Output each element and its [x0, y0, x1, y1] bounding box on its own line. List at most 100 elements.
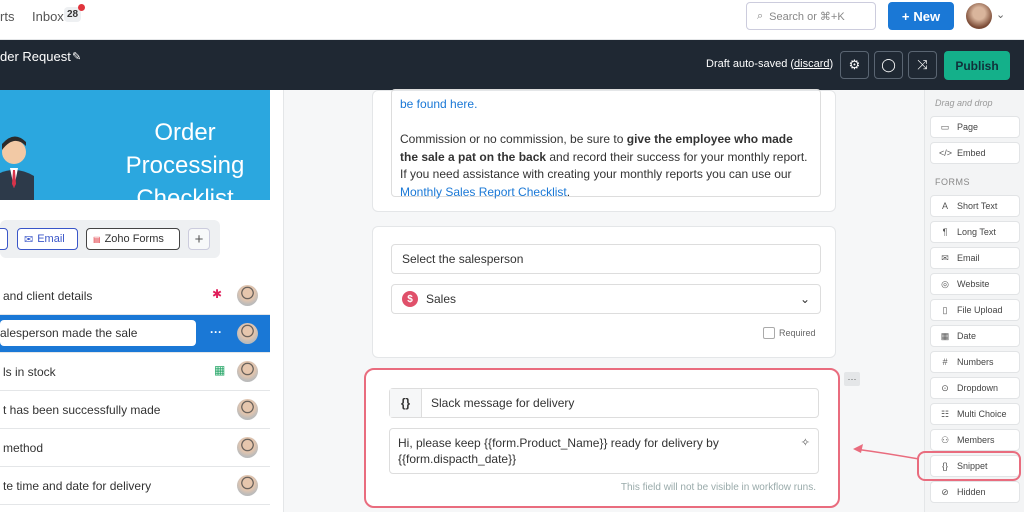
- comment-icon: ◯: [881, 57, 896, 72]
- search-placeholder: Search or ⌘+K: [769, 10, 845, 23]
- inbox-link[interactable]: Inbox: [32, 9, 64, 24]
- palette-dropdown[interactable]: ⊙ Dropdown: [930, 377, 1020, 399]
- new-button-label: New: [913, 8, 941, 24]
- numbers-icon: #: [942, 357, 948, 367]
- palette-long-text[interactable]: ¶ Long Text: [930, 221, 1020, 243]
- sheets-icon: ▦: [214, 363, 226, 377]
- widget-menu-icon[interactable]: ···: [844, 372, 860, 386]
- search-input[interactable]: ⌕ Search or ⌘+K: [746, 2, 876, 30]
- palette-file-upload[interactable]: ▯ File Upload: [930, 299, 1020, 321]
- task-sidebar: Order Processing Checklist ✉ Email ▤ Zoh…: [0, 90, 284, 512]
- edit-title-icon[interactable]: ✎: [72, 50, 81, 63]
- snippet-body-input[interactable]: Hi, please keep {{form.Product_Name}} re…: [389, 428, 819, 474]
- draft-status: Draft auto-saved (discard): [706, 58, 834, 70]
- snippet-field-card: {} Slack message for delivery Hi, please…: [364, 368, 840, 508]
- embed-icon: </>: [939, 148, 953, 158]
- plus-icon: +: [901, 8, 910, 24]
- palette-hidden[interactable]: ⊘ Hidden: [930, 481, 1020, 503]
- required-checkbox[interactable]: Required: [763, 327, 816, 339]
- assignee-avatar: [237, 323, 258, 344]
- shuffle-icon: ⤨: [917, 57, 928, 72]
- monthly-report-link[interactable]: Monthly Sales Report Checklist: [400, 185, 567, 199]
- rich-text-block[interactable]: be found here. Commission or no commissi…: [391, 89, 821, 199]
- form-editor: be found here. Commission or no commissi…: [284, 89, 924, 512]
- assignee-avatar: [237, 437, 258, 458]
- checklist-banner: Order Processing Checklist: [0, 90, 270, 212]
- banner-title: Order Processing Checklist: [125, 119, 245, 212]
- email-icon: ✉: [941, 252, 949, 263]
- palette-date[interactable]: ▦ Date: [930, 325, 1020, 347]
- checkbox-box[interactable]: [763, 327, 775, 339]
- short-text-icon: A: [941, 201, 948, 211]
- calendar-icon: ▦: [940, 330, 950, 341]
- person-illustration-icon: [0, 136, 34, 200]
- widget-palette: Drag and drop ▭ Page </> Embed FORMS A Shor…: [924, 90, 1024, 512]
- assignee-avatar: [237, 399, 258, 420]
- add-app-button[interactable]: +: [188, 228, 210, 250]
- zoho-icon: ▤: [93, 234, 101, 244]
- user-avatar[interactable]: [966, 3, 992, 29]
- workflow-title: der Request: [0, 49, 71, 64]
- hidden-icon: ⊘: [941, 486, 949, 497]
- search-icon: ⌕: [757, 9, 764, 22]
- task-item[interactable]: method: [0, 429, 270, 467]
- app-pill-partial[interactable]: [0, 228, 8, 250]
- palette-members[interactable]: ⚇ Members: [930, 429, 1020, 451]
- gear-icon: ⚙: [848, 57, 861, 72]
- publish-button[interactable]: Publish: [944, 51, 1010, 80]
- magic-wand-icon[interactable]: ✧: [801, 435, 810, 451]
- palette-page[interactable]: ▭ Page: [930, 116, 1020, 138]
- assignee-avatar: [237, 285, 258, 306]
- chevron-down-icon[interactable]: ⌄: [996, 8, 1005, 21]
- long-text-icon: ¶: [942, 227, 948, 237]
- palette-embed[interactable]: </> Embed: [930, 142, 1020, 164]
- found-here-link[interactable]: be found here.: [400, 97, 477, 111]
- zoho-forms-app-pill[interactable]: ▤ Zoho Forms: [86, 228, 180, 250]
- sales-group-select[interactable]: $ Sales ⌄: [391, 284, 821, 314]
- assignee-avatar: [237, 475, 258, 496]
- forms-header: FORMS: [935, 177, 970, 187]
- task-item[interactable]: ls in stock ▦: [0, 353, 270, 391]
- task-item[interactable]: t has been successfully made: [0, 391, 270, 429]
- snippet-label-input[interactable]: {} Slack message for delivery: [389, 388, 819, 418]
- discard-link[interactable]: discard: [794, 58, 829, 70]
- assignee-avatar: [237, 361, 258, 382]
- integration-apps: ✉ Email ▤ Zoho Forms +: [0, 220, 220, 258]
- top-navigation-bar: rts Inbox 28 ⌕ Search or ⌘+K + New ⌄: [0, 0, 1024, 40]
- nav-link-partial[interactable]: rts: [0, 9, 14, 24]
- envelope-icon: ✉: [24, 233, 34, 246]
- multi-choice-icon: ☷: [940, 408, 950, 419]
- task-item[interactable]: and client details ✱: [0, 277, 270, 315]
- upload-icon: ▯: [942, 304, 948, 315]
- braces-icon: {}: [390, 389, 422, 417]
- settings-button[interactable]: ⚙: [840, 51, 869, 79]
- workflow-toolbar: der Request ✎ Draft auto-saved (discard)…: [0, 40, 1024, 90]
- slack-icon: ✱: [212, 287, 223, 301]
- members-icon: ⚇: [940, 434, 950, 445]
- comments-button[interactable]: ◯: [874, 51, 903, 79]
- snippet-hint: This field will not be visible in workfl…: [620, 482, 816, 493]
- palette-numbers[interactable]: # Numbers: [930, 351, 1020, 373]
- palette-short-text[interactable]: A Short Text: [930, 195, 1020, 217]
- salesperson-field-card: Select the salesperson $ Sales ⌄ Require…: [372, 226, 836, 358]
- annotation-arrow-icon: [853, 444, 920, 460]
- task-item-active[interactable]: alesperson made the sale ···: [0, 315, 270, 353]
- dollar-icon: $: [402, 291, 418, 307]
- email-app-pill[interactable]: ✉ Email: [17, 228, 78, 250]
- notification-dot: [78, 4, 85, 11]
- palette-multi-choice[interactable]: ☷ Multi Choice: [930, 403, 1020, 425]
- drag-drop-label: Drag and drop: [935, 98, 993, 108]
- palette-website[interactable]: ◎ Website: [930, 273, 1020, 295]
- field-label-input[interactable]: Select the salesperson: [391, 244, 821, 274]
- globe-icon: ◎: [941, 278, 949, 289]
- task-list: and client details ✱ alesperson made the…: [0, 277, 270, 505]
- new-button[interactable]: + New: [888, 2, 954, 30]
- palette-email[interactable]: ✉ Email: [930, 247, 1020, 269]
- text-content-card: be found here. Commission or no commissi…: [372, 89, 836, 212]
- chevron-down-icon: ⌄: [799, 292, 810, 306]
- snippet-highlight-ring: [917, 451, 1021, 481]
- task-item[interactable]: te time and date for delivery: [0, 467, 270, 505]
- dropdown-icon: ⊙: [941, 382, 949, 393]
- automations-button[interactable]: ⤨: [908, 51, 937, 79]
- task-menu-icon[interactable]: ···: [210, 325, 222, 339]
